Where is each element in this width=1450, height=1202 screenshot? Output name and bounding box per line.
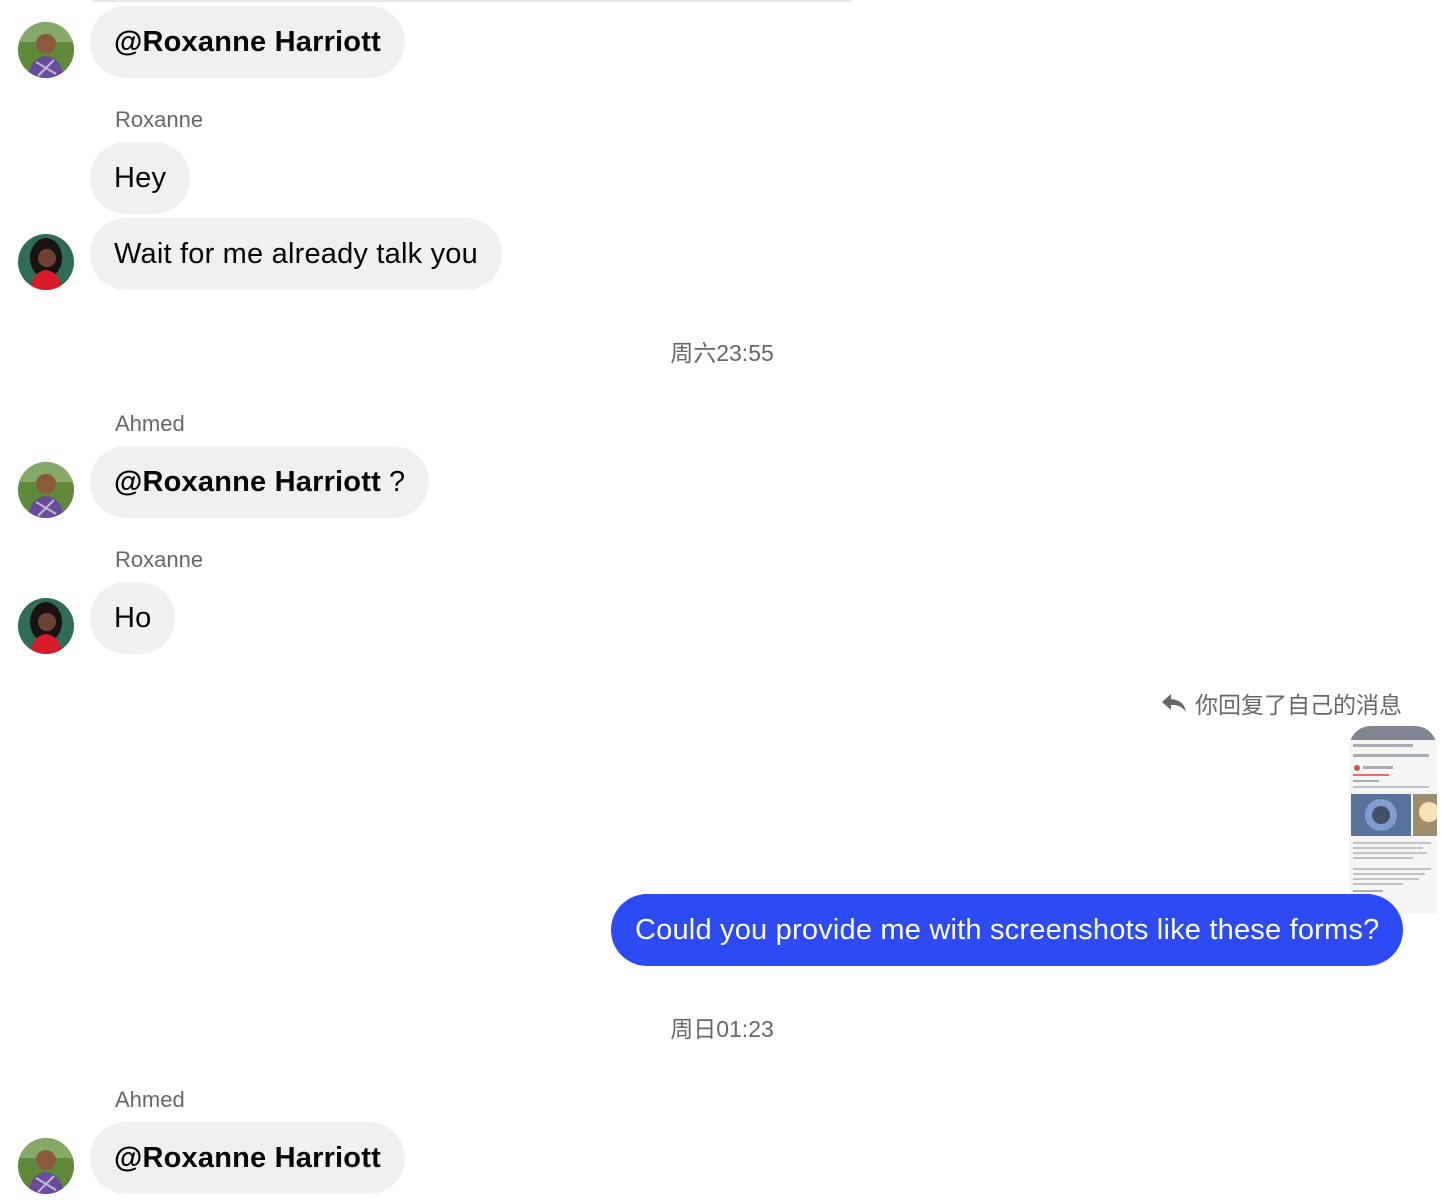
sender-name: Ahmed xyxy=(115,411,185,436)
avatar-ahmed[interactable] xyxy=(18,22,74,78)
message-text: Wait for me already talk you xyxy=(114,237,478,270)
reply-arrow-icon xyxy=(1161,692,1187,714)
reply-note: 你回复了自己的消息 xyxy=(1161,686,1402,720)
mention-link[interactable]: @Roxanne Harriott xyxy=(114,466,381,499)
top-divider xyxy=(92,0,852,2)
mention-link[interactable]: @Roxanne Harriott xyxy=(114,26,381,59)
timestamp: 周六23:55 xyxy=(670,340,774,366)
message-text: Hey xyxy=(114,161,167,194)
message-bubble[interactable]: Wait for me already talk you xyxy=(90,218,502,290)
mention-link[interactable]: @Roxanne Harriott xyxy=(114,1142,381,1175)
message-text: Could you provide me with screenshots li… xyxy=(635,913,1380,946)
timestamp: 周日01:23 xyxy=(670,1016,774,1042)
message-text: Ho xyxy=(114,601,152,634)
outgoing-message-bubble[interactable]: Could you provide me with screenshots li… xyxy=(611,894,1404,966)
avatar-roxanne[interactable] xyxy=(18,598,74,654)
sender-name: Ahmed xyxy=(115,1087,185,1112)
avatar-ahmed[interactable] xyxy=(18,1138,74,1194)
sender-name: Roxanne xyxy=(115,547,204,572)
reply-note-text: 你回复了自己的消息 xyxy=(1195,692,1402,718)
replied-image-thumbnail[interactable] xyxy=(1349,726,1437,914)
message-bubble-mention[interactable]: @Roxanne Harriott xyxy=(90,1122,405,1194)
message-bubble[interactable]: Ho xyxy=(90,582,176,654)
avatar-ahmed[interactable] xyxy=(18,462,74,518)
message-bubble-mention[interactable]: @Roxanne Harriott ? xyxy=(90,446,430,518)
message-bubble[interactable]: Hey xyxy=(90,142,191,214)
message-bubble-mention[interactable]: @Roxanne Harriott xyxy=(90,6,405,78)
message-text: ? xyxy=(388,465,406,498)
avatar-roxanne[interactable] xyxy=(18,234,74,290)
sender-name: Roxanne xyxy=(115,107,204,132)
